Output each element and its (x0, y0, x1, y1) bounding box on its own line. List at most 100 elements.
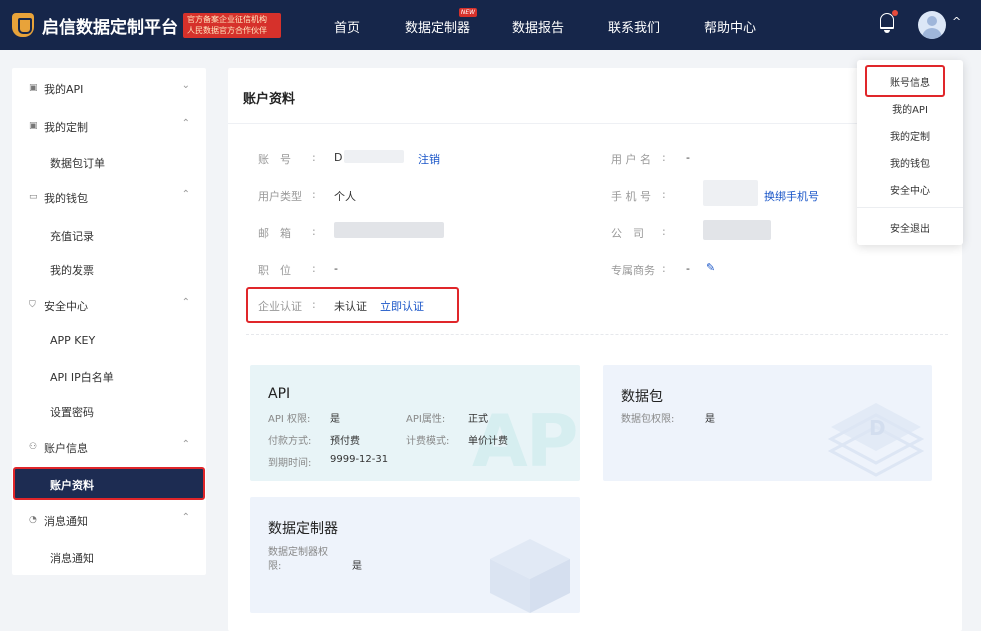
title-divider (228, 123, 962, 124)
sidebar-item-label: 安全中心 (44, 300, 88, 313)
field-colon: : (312, 151, 316, 164)
position-label: 职 位 (258, 264, 291, 277)
sidebar-subitem-label: 充值记录 (50, 230, 94, 243)
manager-label: 专属商务 (611, 264, 655, 277)
new-tag: NEW (459, 8, 477, 17)
nav-help[interactable]: 帮助中心 (704, 17, 756, 36)
user-icon: ⚇ (29, 442, 38, 452)
sidebar-item-label: 账户信息 (44, 442, 88, 455)
certification-badge: 官方备案企业征信机构 人民数据官方合作伙伴 (183, 13, 281, 38)
sidebar-item-my-api[interactable]: ▣ 我的API ⌄ (12, 73, 206, 103)
wallet-icon: ▭ (29, 192, 38, 202)
sidebar-item-account[interactable]: ⚇ 账户信息 ⌃ (12, 432, 206, 462)
sidebar-item-my-custom[interactable]: ▣ 我的定制 ⌃ (12, 111, 206, 141)
usertype-label: 用户类型 (258, 190, 302, 203)
badge-line-2: 人民数据官方合作伙伴 (187, 26, 267, 35)
menu-item-security[interactable]: 安全中心 (857, 182, 963, 197)
menu-item-account-info[interactable]: 账号信息 (857, 74, 963, 89)
sidebar-subitem-password[interactable]: 设置密码 (12, 396, 206, 426)
api-attr-label: API属性: (406, 414, 446, 425)
sidebar-subitem-label: 账户资料 (50, 479, 94, 492)
notification-dot (892, 10, 898, 16)
position-value: - (334, 262, 338, 275)
field-colon: : (662, 151, 666, 164)
nav-home[interactable]: 首页 (334, 17, 360, 36)
field-colon: : (312, 262, 316, 275)
chevron-up-icon: ⌃ (181, 512, 190, 523)
menu-item-logout[interactable]: 安全退出 (857, 220, 963, 235)
customizer-perm-value: 是 (352, 561, 362, 572)
sidebar-subitem-recharge[interactable]: 充值记录 (12, 220, 206, 250)
pencil-icon[interactable]: ✎ (706, 261, 715, 274)
cert-status: 未认证 (334, 300, 367, 313)
sidebar-subitem-label: 消息通知 (50, 552, 94, 565)
phone-label: 手 机 号 (611, 190, 651, 203)
chevron-up-icon[interactable]: ^ (952, 15, 961, 28)
avatar[interactable] (918, 11, 946, 39)
field-colon: : (662, 188, 666, 201)
data-package-card[interactable]: D 数据包 数据包权限: 是 (603, 365, 932, 481)
brand-title[interactable]: 启信数据定制平台 (42, 13, 178, 38)
api-card[interactable]: API API API 权限: 是 API属性: 正式 付款方式: 预付费 计费… (250, 365, 580, 481)
chevron-up-icon: ⌃ (181, 189, 190, 200)
customizer-perm-label-2: 限: (268, 561, 282, 572)
company-label: 公 司 (611, 227, 644, 240)
sidebar-item-messages[interactable]: ◔ 消息通知 ⌃ (12, 505, 206, 535)
sidebar-subitem-app-key[interactable]: APP KEY (12, 326, 206, 356)
sidebar-subitem-account-profile[interactable]: 账户资料 (14, 469, 204, 499)
sidebar-subitem-package-orders[interactable]: 数据包订单 (12, 147, 206, 177)
manager-value: - (686, 262, 690, 275)
field-colon: : (662, 225, 666, 238)
api-perm-value: 是 (330, 414, 340, 425)
email-label: 邮 箱 (258, 227, 291, 240)
chevron-down-icon: ⌄ (181, 80, 190, 91)
package-icon: D (827, 403, 925, 477)
account-label: 账 号 (258, 153, 291, 166)
account-dropdown-menu: 账号信息 我的API 我的定制 我的钱包 安全中心 安全退出 (857, 60, 963, 245)
customizer-perm-label-1: 数据定制器权 (268, 547, 328, 558)
nav-data-customizer[interactable]: 数据定制器 (405, 17, 470, 36)
api-card-title: API (268, 386, 291, 402)
sidebar-subitem-messages[interactable]: 消息通知 (12, 542, 206, 572)
nav-contact[interactable]: 联系我们 (608, 17, 660, 36)
change-phone-link[interactable]: 换绑手机号 (764, 188, 819, 204)
api-expire-label: 到期时间: (268, 458, 312, 469)
shield-logo-icon[interactable] (12, 13, 34, 37)
sidebar-subitem-label: APP KEY (50, 334, 96, 347)
badge-line-1: 官方备案企业征信机构 (187, 15, 267, 24)
menu-item-my-custom[interactable]: 我的定制 (857, 128, 963, 143)
api-pay-label: 付款方式: (268, 436, 312, 447)
nav-data-report[interactable]: 数据报告 (512, 17, 564, 36)
api-bill-label: 计费模式: (406, 436, 450, 447)
sidebar-item-wallet[interactable]: ▭ 我的钱包 ⌃ (12, 182, 206, 212)
sidebar-subitem-invoice[interactable]: 我的发票 (12, 254, 206, 284)
account-value: D (334, 151, 343, 164)
redacted-account (344, 150, 404, 163)
field-colon: : (312, 298, 316, 311)
api-perm-label: API 权限: (268, 414, 311, 425)
username-label: 用 户 名 (611, 153, 651, 166)
package-perm-value: 是 (705, 414, 715, 425)
sidebar-item-label: 我的定制 (44, 121, 88, 134)
section-divider (246, 334, 948, 335)
bell-icon[interactable] (880, 13, 894, 29)
chevron-up-icon: ⌃ (181, 439, 190, 450)
cancel-account-link[interactable]: 注销 (418, 151, 440, 167)
redacted-email (334, 222, 444, 238)
menu-item-wallet[interactable]: 我的钱包 (857, 155, 963, 170)
bell-icon: ◔ (29, 515, 37, 525)
sidebar-subitem-label: API IP白名单 (50, 371, 114, 384)
chevron-up-icon: ⌃ (181, 297, 190, 308)
api-icon: ▣ (29, 121, 38, 131)
sidebar-item-security[interactable]: ⛉ 安全中心 ⌃ (12, 290, 206, 320)
sidebar-item-label: 我的钱包 (44, 192, 88, 205)
field-colon: : (662, 262, 666, 275)
sidebar-subitem-label: 数据包订单 (50, 157, 105, 170)
certify-now-link[interactable]: 立即认证 (380, 298, 424, 314)
menu-item-my-api[interactable]: 我的API (857, 101, 963, 116)
field-colon: : (312, 188, 316, 201)
api-bill-value: 单价计费 (468, 436, 508, 447)
sidebar-subitem-ip-whitelist[interactable]: API IP白名单 (12, 361, 206, 391)
package-perm-label: 数据包权限: (621, 414, 675, 425)
data-customizer-card[interactable]: 数据定制器 数据定制器权 限: 是 (250, 497, 580, 613)
